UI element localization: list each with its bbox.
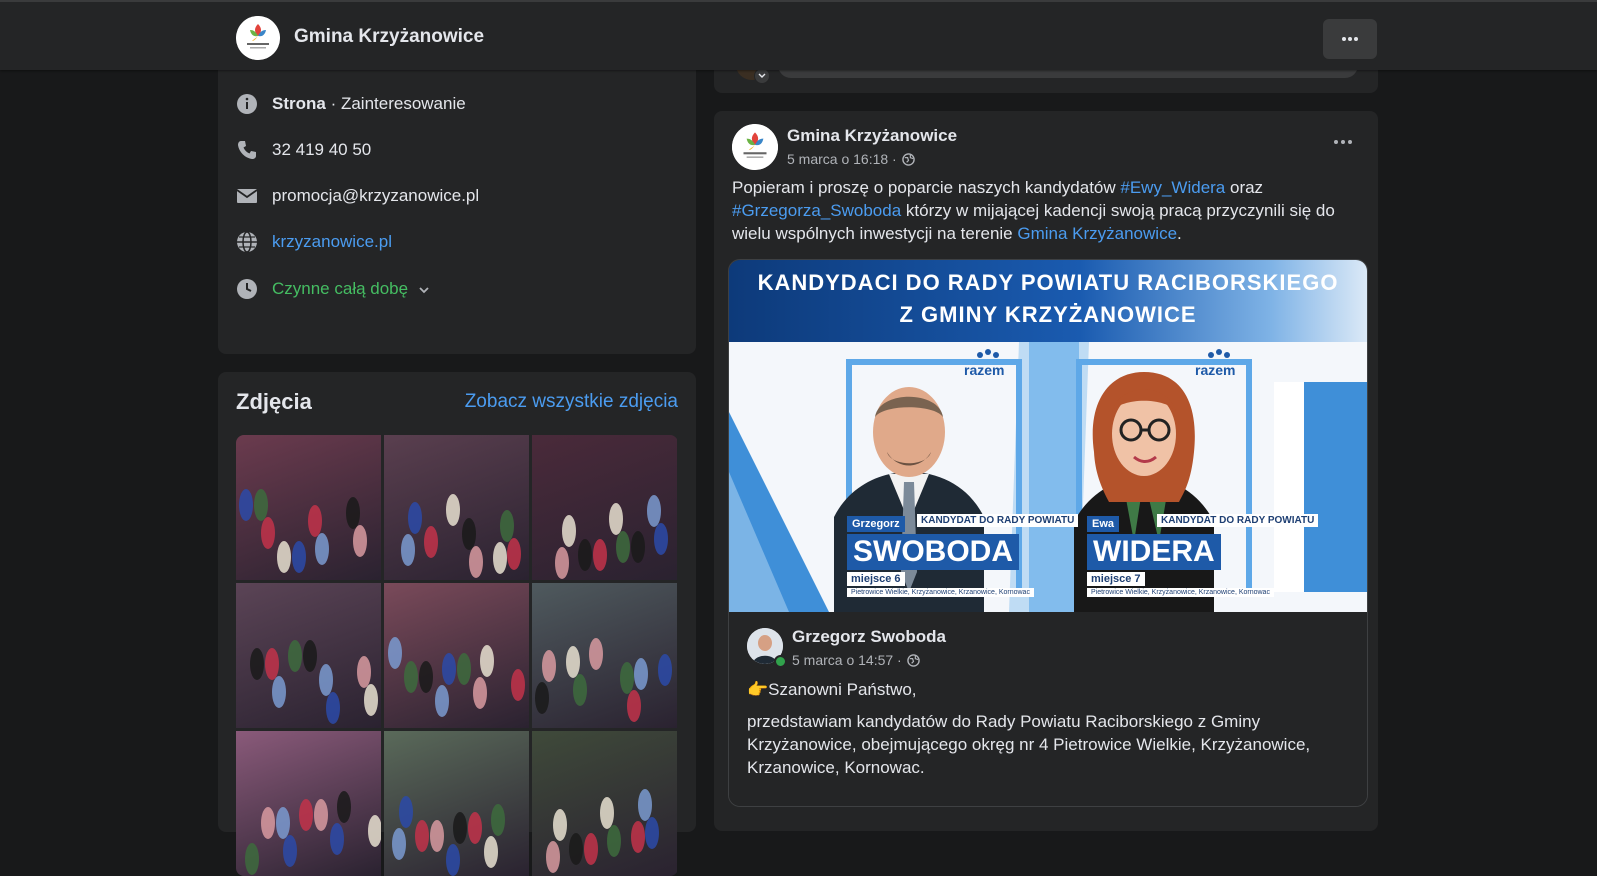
photos-card: Zdjęcia Zobacz wszystkie zdjęcia (218, 372, 696, 876)
intro-card: Strona · Zainteresowanie 32 419 40 50 pr… (218, 50, 696, 354)
website-link[interactable]: krzyzanowice.pl (272, 232, 392, 252)
candidate-first-name: Ewa (1087, 516, 1120, 532)
email-address: promocja@krzyzanowice.pl (272, 186, 480, 205)
post-message: Popieram i proszę o poparcie naszych kan… (732, 176, 1362, 245)
photo-thumbnail[interactable] (384, 435, 529, 580)
phone-row[interactable]: 32 419 40 50 (236, 139, 371, 161)
candidate-place: miejsce 6 (847, 572, 905, 586)
globe-icon (236, 231, 258, 253)
post-author-name[interactable]: Gmina Krzyżanowice (787, 126, 957, 146)
page-title[interactable]: Gmina Krzyżanowice (294, 26, 484, 48)
photo-thumbnail[interactable] (384, 731, 529, 876)
photo-scene (250, 640, 378, 724)
shared-time: 5 marca o 14:57 · (792, 652, 902, 668)
candidate-last-name: WIDERA (1087, 534, 1221, 570)
candidate-tag: KANDYDAT DO RADY POWIATU (1157, 514, 1319, 527)
gmina-logo-icon (236, 16, 280, 60)
candidate-first-name: Grzegorz (847, 516, 905, 532)
phone-number: 32 419 40 50 (272, 140, 372, 159)
photo-thumbnail[interactable] (236, 731, 381, 876)
candidate-towns: Pietrowice Wielkie, Krzyżanowice, Krzano… (847, 588, 1034, 597)
page-mention-link[interactable]: Gmina Krzyżanowice (1017, 224, 1177, 243)
page-header-bar: Gmina Krzyżanowice (0, 0, 1597, 70)
shared-post-content: Grzegorz Swoboda 5 marca o 14:57 · 👉Szan… (729, 612, 1367, 806)
hashtag-link[interactable]: #Ewy_Widera (1120, 178, 1225, 197)
chevron-down-icon[interactable] (418, 279, 430, 299)
public-globe-icon (906, 653, 920, 667)
online-status-dot (774, 655, 787, 668)
razem-logo-text: razem (964, 362, 1005, 378)
photo-scene (392, 796, 505, 876)
shared-greeting: 👉Szanowni Państwo, (747, 680, 917, 699)
clock-icon (236, 278, 258, 300)
more-horizontal-icon (1334, 140, 1352, 144)
opening-hours: Czynne całą dobę (272, 279, 409, 298)
mail-icon (236, 185, 258, 207)
category-label: Strona (272, 94, 326, 113)
gmina-logo-icon (732, 124, 778, 170)
photos-title: Zdjęcia (236, 389, 312, 414)
hashtag-link[interactable]: #Grzegorza_Swoboda (732, 201, 901, 220)
photo-scene (555, 495, 668, 579)
banner-title-line-2: Z GMINY KRZYŻANOWICE (899, 302, 1197, 327)
candidates-poster-image[interactable]: razem razem KANDYDAT DO RADY POWIATU Grz… (729, 342, 1367, 612)
poster-background (729, 342, 1367, 612)
info-icon (236, 93, 258, 115)
post-text-part: oraz (1225, 178, 1264, 197)
candidate-place: miejsce 7 (1087, 572, 1145, 586)
shared-post[interactable]: KANDYDACI DO RADY POWIATU RACIBORSKIEGO … (728, 259, 1368, 807)
photo-thumbnail[interactable] (236, 435, 381, 580)
photo-thumbnail[interactable] (532, 583, 677, 728)
page-avatar[interactable] (236, 16, 280, 60)
email-row[interactable]: promocja@krzyzanowice.pl (236, 185, 479, 207)
hours-row[interactable]: Czynne całą dobę (236, 278, 430, 300)
post-author-avatar[interactable] (732, 124, 778, 170)
photo-thumbnail[interactable] (236, 583, 381, 728)
category-value: · Zainteresowanie (325, 94, 466, 113)
shared-author-name[interactable]: Grzegorz Swoboda (792, 627, 946, 647)
candidate-last-name: SWOBODA (847, 534, 1019, 570)
razem-logo-text: razem (1195, 362, 1236, 378)
photo-scene (388, 637, 525, 717)
photo-scene (535, 638, 672, 722)
photo-thumbnail[interactable] (384, 583, 529, 728)
post-options-button[interactable] (1334, 131, 1352, 149)
photo-thumbnail[interactable] (532, 435, 677, 580)
shared-message: przedstawiam kandydatów do Rady Powiatu … (747, 712, 1311, 777)
phone-icon (236, 139, 258, 161)
post-timestamp[interactable]: 5 marca o 16:18 · (787, 151, 915, 167)
more-options-button[interactable] (1323, 19, 1377, 59)
see-all-photos-link[interactable]: Zobacz wszystkie zdjęcia (465, 391, 678, 413)
post-text-part: . (1177, 224, 1182, 243)
post-time: 5 marca o 16:18 · (787, 151, 897, 167)
category-row: Strona · Zainteresowanie (236, 93, 466, 115)
photo-scene (245, 791, 381, 875)
more-horizontal-icon (1342, 37, 1358, 41)
public-globe-icon (901, 152, 915, 166)
photo-thumbnail[interactable] (532, 731, 677, 876)
photo-grid (236, 435, 678, 876)
post-text-part: Popieram i proszę o poparcie naszych kan… (732, 178, 1121, 197)
photo-scene (239, 489, 367, 573)
chevron-down-icon[interactable] (754, 68, 770, 84)
shared-timestamp[interactable]: 5 marca o 14:57 · (792, 652, 920, 668)
poster-banner: KANDYDACI DO RADY POWIATU RACIBORSKIEGO … (729, 260, 1367, 342)
banner-title-line-1: KANDYDACI DO RADY POWIATU RACIBORSKIEGO (757, 270, 1339, 295)
post-card: Gmina Krzyżanowice 5 marca o 16:18 · Pop… (714, 111, 1378, 831)
candidate-towns: Pietrowice Wielkie, Krzyżanowice, Krzano… (1087, 588, 1274, 597)
website-row[interactable]: krzyzanowice.pl (236, 231, 392, 253)
candidate-tag: KANDYDAT DO RADY POWIATU (917, 514, 1079, 527)
photo-scene (546, 789, 659, 873)
photo-scene (401, 494, 521, 578)
